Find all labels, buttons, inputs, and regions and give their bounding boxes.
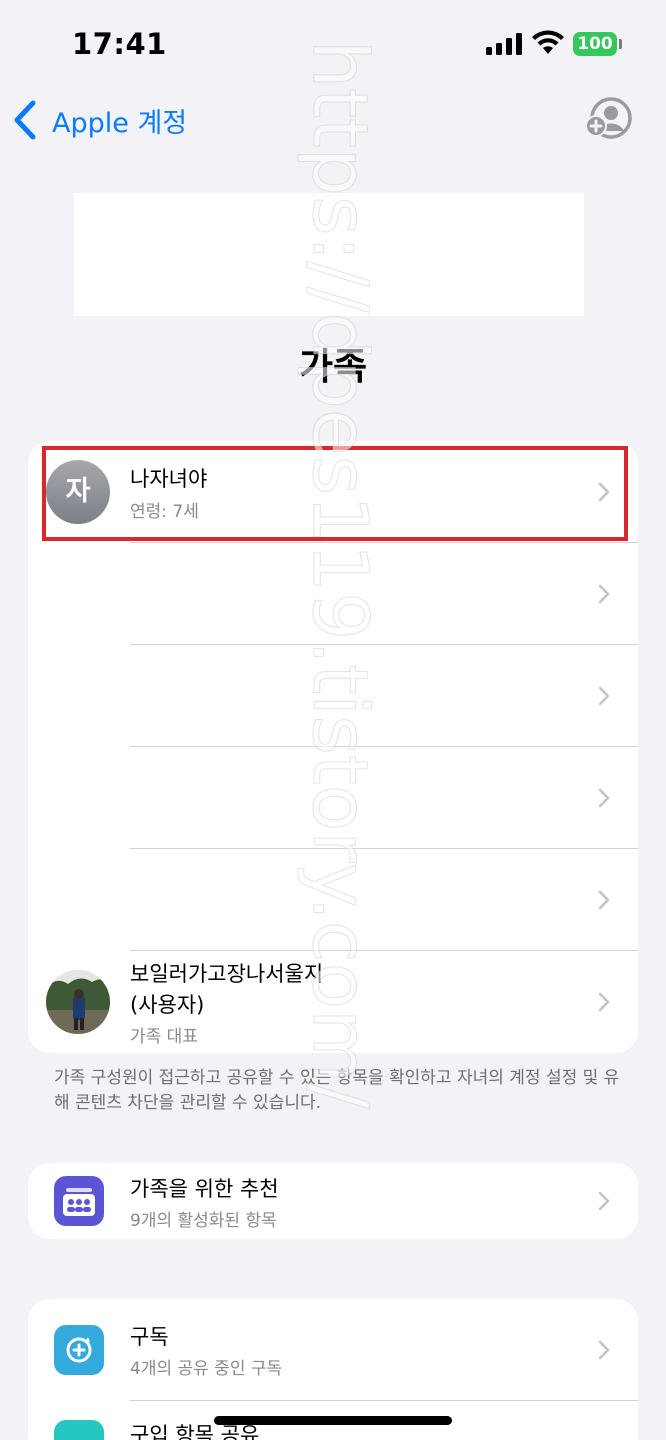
recommendations-row[interactable]: 가족을 위한 추천 9개의 활성화된 항목 xyxy=(28,1163,638,1239)
member-age: 연령: 7세 xyxy=(130,502,199,522)
chevron-right-icon xyxy=(598,584,610,604)
wifi-icon xyxy=(532,30,564,54)
avatar: 자 xyxy=(46,460,110,524)
cellular-signal-icon xyxy=(486,33,522,55)
subscriptions-title: 구독 xyxy=(130,1325,169,1349)
navigation-bar: Apple 계정 xyxy=(0,90,666,150)
subscriptions-row[interactable]: 구독 4개의 공유 중인 구독 xyxy=(28,1299,638,1401)
member-role: 가족 대표 xyxy=(130,1027,198,1047)
chevron-right-icon xyxy=(598,890,610,910)
recommendations-title: 가족을 위한 추천 xyxy=(130,1177,279,1201)
status-bar: 17:41 100 xyxy=(0,0,666,90)
recommendations-card: 가족을 위한 추천 9개의 활성화된 항목 xyxy=(28,1163,638,1239)
family-member-row-organizer[interactable]: 보일러가고장나서울지 (사용자) 가족 대표 xyxy=(28,951,638,1053)
family-recommendations-icon xyxy=(54,1176,104,1226)
redacted-header-area xyxy=(74,193,584,316)
subscriptions-detail: 4개의 공유 중인 구독 xyxy=(130,1359,283,1379)
family-members-list: 자 나자녀야 연령: 7세 보일러가고장나서울지 (사용자) 가족 대표 xyxy=(28,441,638,1053)
subscriptions-icon xyxy=(54,1325,104,1375)
chevron-right-icon xyxy=(598,1340,610,1360)
chevron-right-icon xyxy=(598,992,610,1012)
status-time: 17:41 xyxy=(72,27,167,61)
avatar xyxy=(46,970,110,1034)
family-member-row-child[interactable]: 자 나자녀야 연령: 7세 xyxy=(28,441,638,543)
chevron-left-icon xyxy=(14,100,36,140)
member-name: 보일러가고장나서울지 (사용자) xyxy=(130,962,324,1017)
chevron-right-icon xyxy=(598,788,610,808)
chevron-right-icon xyxy=(598,482,610,502)
family-footnote: 가족 구성원이 접근하고 공유할 수 있는 항목을 확인하고 자녀의 계정 설정… xyxy=(54,1068,620,1113)
battery-icon: 100 xyxy=(573,32,617,56)
home-indicator[interactable] xyxy=(214,1416,452,1425)
family-member-row-redacted[interactable] xyxy=(28,543,638,645)
family-member-row-redacted[interactable] xyxy=(28,747,638,849)
purchase-sharing-icon xyxy=(54,1420,104,1440)
chevron-right-icon xyxy=(598,1191,610,1211)
family-member-row-redacted[interactable] xyxy=(28,645,638,747)
back-button[interactable]: Apple 계정 xyxy=(12,98,187,142)
recommendations-detail: 9개의 활성화된 항목 xyxy=(130,1211,277,1231)
family-member-row-redacted[interactable] xyxy=(28,849,638,951)
battery-tip xyxy=(619,39,622,49)
add-family-member-icon[interactable] xyxy=(584,96,634,142)
member-name: 나자녀야 xyxy=(130,467,208,491)
page-title: 가족 xyxy=(298,345,368,388)
chevron-right-icon xyxy=(598,686,610,706)
back-button-label: Apple 계정 xyxy=(52,107,188,139)
